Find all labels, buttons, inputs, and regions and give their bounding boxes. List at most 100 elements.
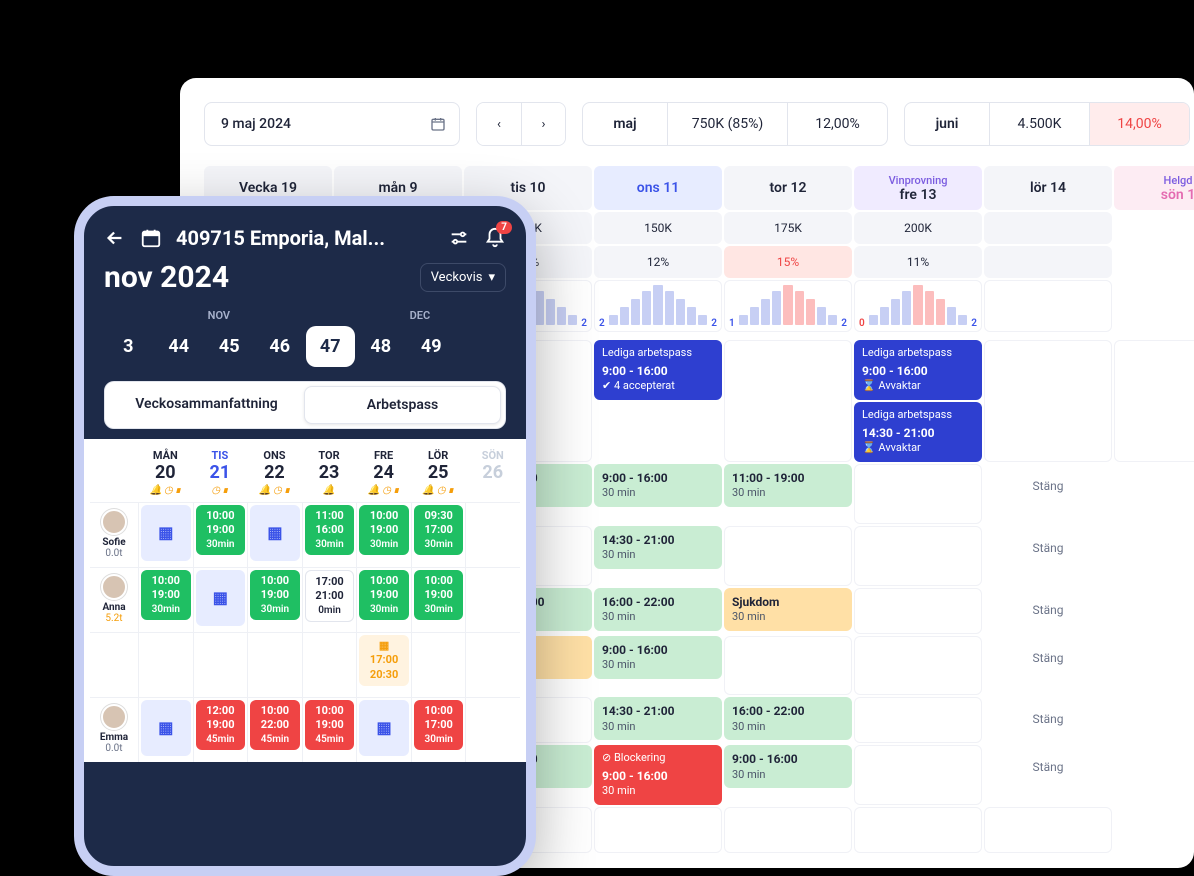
shift-cell[interactable]: ⊘ Blockering9:00 - 16:0030 min <box>594 745 722 805</box>
tab-shifts[interactable]: Arbetspass <box>304 386 501 424</box>
shift-cell[interactable] <box>594 807 722 853</box>
shift-cell[interactable]: Stäng <box>984 697 1112 743</box>
shift-cell[interactable]: 16:00 - 22:0030 min <box>724 697 852 743</box>
shift-cell[interactable]: 10:0022:0045min <box>247 698 302 762</box>
week-button[interactable]: 44 <box>155 326 204 367</box>
week-button[interactable]: 3 <box>104 326 153 367</box>
shift-cell[interactable]: 9:00 - 16:0030 min <box>594 636 722 696</box>
shift-cell[interactable] <box>854 636 982 696</box>
shift-cell[interactable]: ▦17:0020:30 <box>356 633 411 697</box>
shift-cell[interactable]: 11:0016:0030min <box>302 503 357 567</box>
shift-cell[interactable]: 10:0019:0030min <box>356 568 411 632</box>
person-label[interactable] <box>90 633 138 697</box>
next-button[interactable]: › <box>521 103 565 145</box>
shift-cell[interactable]: 9:00 - 16:0030 min <box>724 745 852 805</box>
shift-cell[interactable]: ▦ <box>138 698 193 762</box>
shift-cell[interactable] <box>854 697 982 743</box>
shift-cell[interactable]: 10:0019:0045min <box>302 698 357 762</box>
shift-cell[interactable] <box>465 503 520 567</box>
chevron-down-icon: ▾ <box>488 270 495 285</box>
day-column-header[interactable]: TIS21◷∎ <box>193 449 248 496</box>
shift-cell[interactable] <box>854 588 982 634</box>
shift-cell[interactable]: ▦ <box>138 503 193 567</box>
shift-cell[interactable] <box>193 633 248 697</box>
shift-cell[interactable] <box>854 526 982 586</box>
shift-cell[interactable]: 10:0019:0030min <box>193 503 248 567</box>
shift-cell[interactable] <box>854 464 982 524</box>
shift-cell[interactable]: 10:0019:0030min <box>356 503 411 567</box>
shift-cell[interactable]: Lediga arbetspass9:00 - 16:00✔ 4 accepte… <box>594 340 722 462</box>
shift-cell[interactable] <box>411 633 466 697</box>
shift-cell[interactable] <box>984 807 1112 853</box>
shift-cell[interactable] <box>465 698 520 762</box>
person-label[interactable]: Emma0.0t <box>90 698 138 762</box>
week-button[interactable] <box>458 337 507 357</box>
week-button[interactable]: 49 <box>407 326 456 367</box>
day-header[interactable]: ons 11 <box>594 166 722 210</box>
shift-cell[interactable]: ▦ <box>356 698 411 762</box>
shift-cell[interactable]: Lediga arbetspass9:00 - 16:00⌛ AvvaktarL… <box>854 340 982 462</box>
shift-cell[interactable]: Stäng <box>984 526 1112 586</box>
day-header[interactable]: Vinprovningfre 13 <box>854 166 982 210</box>
week-button[interactable]: 45 <box>205 326 254 367</box>
person-row: Sofie0.0t▦10:0019:0030min▦11:0016:0030mi… <box>90 502 520 567</box>
day-header[interactable]: Helgdsön 1 <box>1114 166 1194 210</box>
shift-cell[interactable] <box>984 340 1112 462</box>
shift-cell[interactable] <box>724 526 852 586</box>
view-dropdown[interactable]: Veckovis ▾ <box>420 263 506 292</box>
day-column-header[interactable]: MÅN20🔔◷∎ <box>138 449 193 496</box>
shift-cell[interactable]: Stäng <box>984 464 1112 524</box>
tab-summary[interactable]: Veckosammanfattning <box>109 386 304 424</box>
shift-cell[interactable] <box>724 340 852 462</box>
shift-cell[interactable]: 09:3017:0030min <box>411 503 466 567</box>
shift-cell[interactable] <box>854 807 982 853</box>
notifications-icon[interactable]: 7 <box>484 227 506 249</box>
shift-cell[interactable] <box>724 636 852 696</box>
month-value: 4.500K <box>989 103 1089 145</box>
day-header[interactable]: tor 12 <box>724 166 852 210</box>
shift-cell[interactable] <box>302 633 357 697</box>
shift-cell[interactable]: Stäng <box>984 588 1112 634</box>
shift-cell[interactable] <box>724 807 852 853</box>
shift-cell[interactable]: Stäng <box>984 636 1112 696</box>
shift-cell[interactable] <box>465 568 520 632</box>
week-button[interactable]: 47 <box>306 326 355 367</box>
day-column-header[interactable]: ONS22🔔◷∎ <box>247 449 302 496</box>
day-header[interactable]: lör 14 <box>984 166 1112 210</box>
prev-button[interactable]: ‹ <box>477 103 521 145</box>
shift-cell[interactable]: 10:0017:0030min <box>411 698 466 762</box>
day-column-header[interactable]: FRE24🔔◷∎ <box>356 449 411 496</box>
shift-cell[interactable]: ▦ <box>193 568 248 632</box>
shift-cell[interactable] <box>138 633 193 697</box>
shift-cell[interactable]: 14:30 - 21:0030 min <box>594 526 722 586</box>
shift-cell[interactable] <box>465 633 520 697</box>
day-column-header[interactable]: LÖR25🔔◷∎ <box>411 449 466 496</box>
calendar-block-icon: ▦ <box>213 588 228 609</box>
day-column-header[interactable]: SÖN26 <box>465 449 520 496</box>
week-button[interactable]: 48 <box>357 326 406 367</box>
shift-cell[interactable]: Sjukdom30 min <box>724 588 852 634</box>
day-column-header[interactable]: TOR23🔔 <box>302 449 357 496</box>
shift-cell[interactable]: Stäng <box>984 745 1112 805</box>
shift-cell[interactable]: ▦ <box>247 503 302 567</box>
shift-cell[interactable] <box>247 633 302 697</box>
shift-cell[interactable]: 14:30 - 21:0030 min <box>594 697 722 743</box>
week-button[interactable]: 46 <box>256 326 305 367</box>
shift-cell[interactable]: 10:0019:0030min <box>411 568 466 632</box>
shift-rows: Sofie0.0t▦10:0019:0030min▦11:0016:0030mi… <box>90 502 520 762</box>
shift-cell[interactable]: 16:00 - 22:0030 min <box>594 588 722 634</box>
shift-cell[interactable] <box>854 745 982 805</box>
back-icon[interactable] <box>104 227 126 249</box>
person-label[interactable]: Anna5.2t <box>90 568 138 632</box>
avatar <box>101 574 127 600</box>
shift-cell[interactable]: 11:00 - 19:0030 min <box>724 464 852 524</box>
shift-cell[interactable]: 12:0019:0045min <box>193 698 248 762</box>
shift-cell[interactable]: 17:0021:000min <box>302 568 357 632</box>
date-picker[interactable]: 9 maj 2024 <box>204 102 460 146</box>
settings-icon[interactable] <box>448 227 470 249</box>
shift-cell[interactable] <box>1114 340 1194 462</box>
shift-cell[interactable]: 10:0019:0030min <box>247 568 302 632</box>
shift-cell[interactable]: 10:0019:0030min <box>138 568 193 632</box>
shift-cell[interactable]: 9:00 - 16:0030 min <box>594 464 722 524</box>
person-label[interactable]: Sofie0.0t <box>90 503 138 567</box>
